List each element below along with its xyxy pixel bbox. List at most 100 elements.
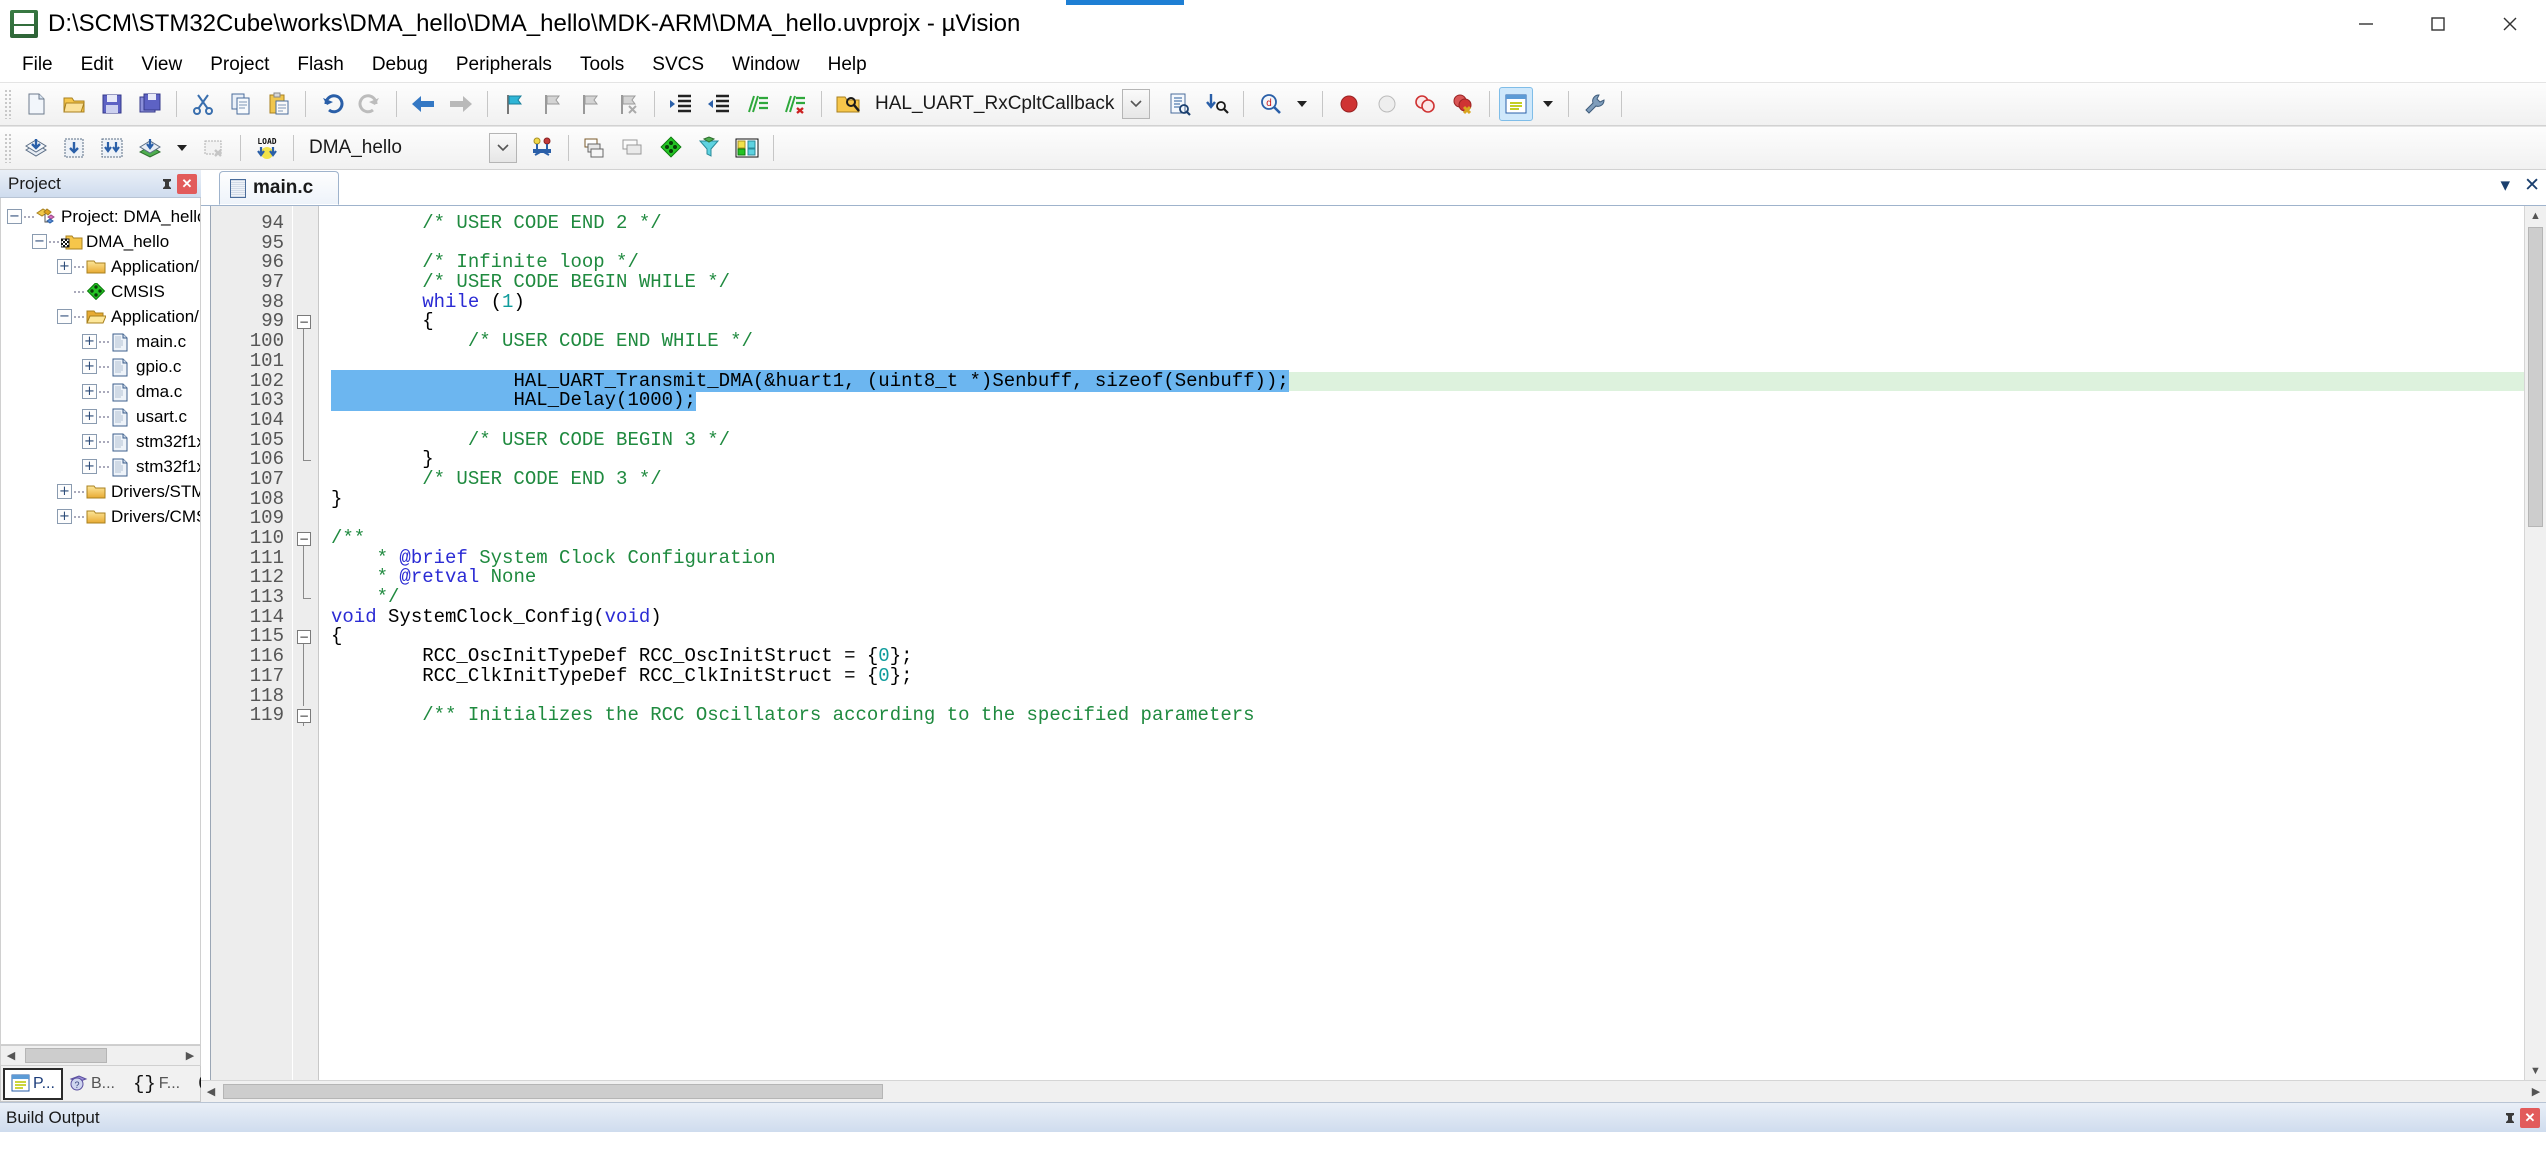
scroll-right-arrow-icon[interactable]: ▶ <box>2526 1082 2546 1101</box>
batch-build-icon[interactable] <box>133 131 167 165</box>
tree-item[interactable]: + Drivers/CMSIS <box>1 504 200 529</box>
code-line[interactable] <box>331 234 2524 254</box>
tree-item[interactable]: + dma.c <box>1 379 200 404</box>
tree-expander[interactable]: + <box>82 459 97 474</box>
tree-item[interactable]: + stm32f1xx_it.c <box>1 429 200 454</box>
menu-flash[interactable]: Flash <box>283 51 357 79</box>
tree-item[interactable]: + Application/MDK-ARM <box>1 254 200 279</box>
function-combo-value[interactable]: HAL_UART_RxCpltCallback <box>875 93 1114 115</box>
window-layout-dropdown-icon[interactable] <box>1543 101 1554 107</box>
menu-peripherals[interactable]: Peripherals <box>442 51 566 79</box>
tree-expander[interactable]: + <box>82 334 97 349</box>
code-line[interactable]: * @brief System Clock Configuration <box>331 548 2524 569</box>
fold-collapse-icon[interactable]: − <box>297 709 311 724</box>
new-file-icon[interactable] <box>19 87 53 121</box>
target-combo-value[interactable]: DMA_hello <box>309 137 481 159</box>
menu-project[interactable]: Project <box>196 51 283 79</box>
remove-breakpoints-icon[interactable] <box>1446 87 1480 121</box>
pin-icon[interactable] <box>2500 1108 2520 1128</box>
navigate-back-icon[interactable] <box>406 87 440 121</box>
pack-installer-icon[interactable] <box>654 131 688 165</box>
breakpoint-kill-all-icon[interactable] <box>611 87 645 121</box>
menu-tools[interactable]: Tools <box>566 51 638 79</box>
code-line[interactable]: /** Initializes the RCC Oscillators acco… <box>331 705 2524 726</box>
build-icon[interactable] <box>57 131 91 165</box>
hscroll-thumb[interactable] <box>223 1084 883 1099</box>
rte-icon[interactable] <box>730 131 764 165</box>
translate-icon[interactable] <box>19 131 53 165</box>
toolbar-grip[interactable] <box>4 133 13 163</box>
tree-expander[interactable]: + <box>82 409 97 424</box>
multi-project-icon[interactable] <box>616 131 650 165</box>
code-line[interactable]: /* USER CODE END WHILE */ <box>331 331 2524 352</box>
fold-collapse-icon[interactable]: − <box>297 532 311 546</box>
tree-expander[interactable]: + <box>82 434 97 449</box>
tree-item[interactable]: + gpio.c <box>1 354 200 379</box>
debug-search-dropdown-icon[interactable] <box>1297 101 1308 107</box>
project-tree-hscrollbar[interactable]: ◀ ▶ <box>0 1045 201 1066</box>
tree-expander[interactable]: + <box>82 384 97 399</box>
code-editor[interactable]: 94 95 96 97 98 99 100 101 102 103 104 105 106 107 108 1… <box>201 206 2546 1080</box>
tree-item[interactable]: − Project: DMA_hello <box>1 204 200 229</box>
tree-item[interactable]: − Application/User <box>1 304 200 329</box>
code-text[interactable]: /* USER CODE END 2 */ /* Infinite loop *… <box>319 206 2524 1080</box>
save-icon[interactable] <box>95 87 129 121</box>
tab-project[interactable]: P... <box>3 1067 63 1100</box>
open-file-icon[interactable] <box>57 87 91 121</box>
rebuild-icon[interactable] <box>95 131 129 165</box>
menu-debug[interactable]: Debug <box>358 51 442 79</box>
vscroll-thumb[interactable] <box>2528 227 2543 527</box>
debug-search-icon[interactable]: d <box>1253 87 1287 121</box>
uncomment-icon[interactable] <box>778 87 812 121</box>
breakpoint-insert-icon[interactable] <box>497 87 531 121</box>
indent-right-icon[interactable] <box>664 87 698 121</box>
find-in-files-icon[interactable] <box>831 87 865 121</box>
tree-expander[interactable]: + <box>57 509 72 524</box>
fold-collapse-icon[interactable]: − <box>297 315 311 330</box>
tab-close-icon[interactable]: ✕ <box>2524 174 2540 197</box>
code-line[interactable]: HAL_Delay(1000); <box>331 389 2524 412</box>
fold-cell[interactable]: − <box>293 706 318 726</box>
code-line[interactable]: void SystemClock_Config(void) <box>331 607 2524 628</box>
pin-icon[interactable] <box>157 174 177 194</box>
stop-build-icon[interactable] <box>197 131 231 165</box>
scroll-right-arrow-icon[interactable]: ▶ <box>180 1046 200 1065</box>
menu-edit[interactable]: Edit <box>67 51 128 79</box>
save-all-icon[interactable] <box>133 87 167 121</box>
function-combo-dropdown[interactable] <box>1122 89 1151 119</box>
start-debug-icon[interactable] <box>1332 87 1366 121</box>
scroll-down-arrow-icon[interactable]: ▼ <box>2526 1061 2546 1080</box>
tree-expander[interactable]: + <box>82 359 97 374</box>
manage-runtime-icon[interactable] <box>692 131 726 165</box>
indent-left-icon[interactable] <box>702 87 736 121</box>
editor-vscrollbar[interactable]: ▲ ▼ <box>2524 206 2546 1080</box>
breakpoint-disable-all-icon[interactable] <box>573 87 607 121</box>
menu-window[interactable]: Window <box>718 51 814 79</box>
hscroll-thumb[interactable] <box>25 1048 107 1063</box>
scroll-left-arrow-icon[interactable]: ◀ <box>1 1046 21 1065</box>
find-next-icon[interactable] <box>1200 87 1234 121</box>
tree-item[interactable]: + main.c <box>1 329 200 354</box>
tree-item[interactable]: − DMA_hello <box>1 229 200 254</box>
tab-list-chevron-icon[interactable]: ▾ <box>2501 174 2511 197</box>
minimize-button[interactable] <box>2330 0 2402 48</box>
toolbar-grip[interactable] <box>4 89 13 119</box>
tree-expander[interactable]: + <box>57 484 72 499</box>
close-icon[interactable]: ✕ <box>2520 1107 2540 1128</box>
menu-help[interactable]: Help <box>814 51 881 79</box>
tree-expander[interactable]: + <box>57 259 72 274</box>
reset-icon[interactable] <box>1408 87 1442 121</box>
fold-cell[interactable]: − <box>293 312 318 333</box>
tree-item[interactable]: CMSIS <box>1 279 200 304</box>
target-combo-dropdown[interactable] <box>489 133 517 163</box>
cut-icon[interactable] <box>186 87 220 121</box>
code-line[interactable]: RCC_ClkInitTypeDef RCC_ClkInitStruct = {… <box>331 666 2524 687</box>
tab-books[interactable]: ? B... <box>63 1068 121 1100</box>
stop-debug-icon[interactable] <box>1370 87 1404 121</box>
close-icon[interactable]: ✕ <box>177 173 197 194</box>
fold-cell[interactable]: − <box>293 627 318 648</box>
code-line[interactable]: } <box>331 489 2524 510</box>
tree-collapser[interactable]: − <box>7 209 22 224</box>
bookmark-list-icon[interactable] <box>1162 87 1196 121</box>
paste-icon[interactable] <box>262 87 296 121</box>
